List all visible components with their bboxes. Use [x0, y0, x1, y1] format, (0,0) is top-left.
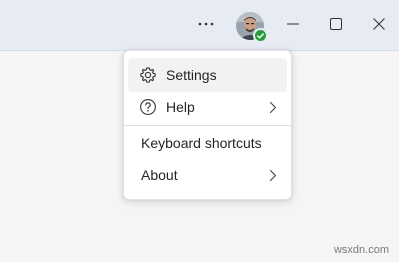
menu-item-keyboard-shortcuts[interactable]: Keyboard shortcuts	[128, 126, 287, 160]
menu-item-settings[interactable]: Settings	[128, 58, 287, 92]
watermark-text: wsxdn.com	[333, 244, 389, 256]
minimize-button[interactable]	[281, 11, 305, 37]
menu-item-label: Keyboard shortcuts	[141, 135, 262, 151]
menu-item-about[interactable]: About	[128, 158, 287, 192]
menu-item-help[interactable]: Help	[128, 90, 287, 124]
close-button[interactable]	[367, 11, 391, 37]
more-options-button[interactable]	[193, 11, 219, 37]
presence-available-badge	[253, 28, 268, 43]
menu-item-label: About	[141, 167, 178, 183]
check-icon	[257, 32, 264, 38]
profile-avatar-button[interactable]	[234, 10, 268, 43]
menu-item-label: Settings	[166, 67, 217, 83]
minimize-icon	[287, 23, 299, 25]
gear-icon	[139, 66, 157, 84]
more-horizontal-icon	[198, 22, 214, 26]
profile-dropdown-menu: Settings Help Keyboard shortcuts About	[123, 50, 292, 200]
title-bar	[0, 0, 399, 51]
chevron-right-icon	[269, 169, 277, 182]
maximize-icon	[330, 18, 342, 30]
close-icon	[373, 18, 385, 30]
maximize-button[interactable]	[324, 11, 348, 37]
menu-item-label: Help	[166, 99, 195, 115]
chevron-right-icon	[269, 101, 277, 114]
help-circle-icon	[139, 98, 157, 116]
